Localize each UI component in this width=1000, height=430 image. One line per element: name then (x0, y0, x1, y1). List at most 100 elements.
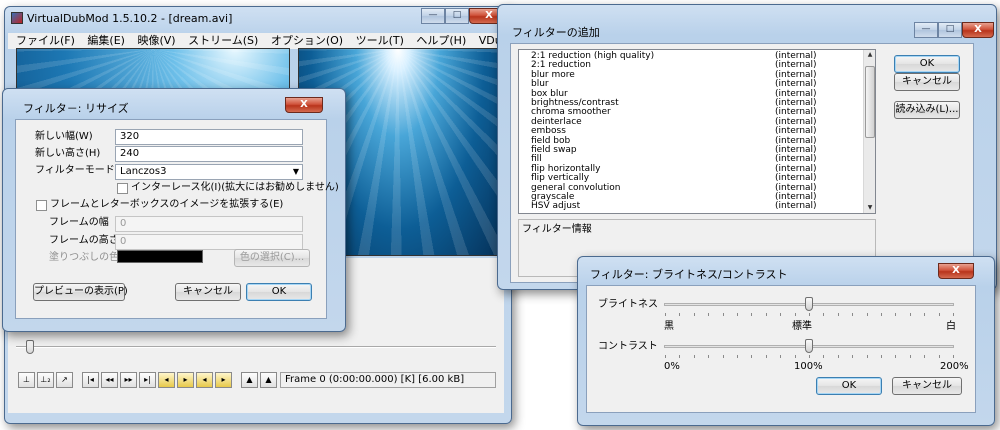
contrast-slider-thumb[interactable] (805, 339, 813, 353)
brightness-tick (881, 313, 882, 316)
menu-video[interactable]: 映像(V) (137, 34, 175, 47)
cancel-button[interactable]: キャンセル (892, 377, 962, 395)
contrast-label: コントラスト (598, 341, 658, 352)
brightness-tick (924, 313, 926, 316)
contrast-tick (852, 355, 854, 358)
brightness-tick (765, 313, 767, 316)
menu-stream[interactable]: ストリーム(S) (188, 34, 258, 47)
new-width-input[interactable]: 320 (115, 129, 303, 145)
contrast-mid-label: 100% (794, 361, 823, 372)
brightness-tick (737, 313, 738, 316)
contrast-tick (665, 355, 666, 358)
filter-name: HSV adjust (531, 201, 581, 212)
frame-height-input[interactable]: 0 (115, 234, 303, 250)
minimize-button[interactable]: — (421, 8, 445, 24)
position-slider-track[interactable] (16, 346, 496, 348)
preview-button[interactable]: プレビューの表示(P) (33, 283, 128, 301)
end-icon[interactable]: ▸| (139, 372, 156, 388)
close-button[interactable]: X (962, 22, 994, 38)
maximize-button[interactable]: □ (445, 8, 469, 24)
brightness-tick (953, 313, 954, 316)
close-button[interactable]: X (285, 97, 323, 113)
brightness-tick (751, 313, 753, 316)
filter-add-dialog: フィルターの追加 — □ X 2:1 reduction (high quali… (497, 4, 997, 290)
scroll-thumb[interactable] (865, 66, 875, 138)
new-height-label: 新しい高さ(H) (35, 148, 101, 159)
cancel-button[interactable]: キャンセル (894, 73, 960, 91)
interlace-checkbox[interactable] (117, 183, 128, 194)
position-slider-thumb[interactable] (26, 340, 34, 354)
scene-forward-icon[interactable]: ▸ (215, 372, 232, 388)
ok-button[interactable]: OK (816, 377, 882, 395)
brightness-tick (823, 313, 825, 316)
menu-bar: ファイル(F) 編集(E) 映像(V) ストリーム(S) オプション(O) ツー… (8, 33, 530, 49)
scroll-up-icon[interactable]: ▲ (865, 50, 875, 60)
brightness-tick (809, 313, 810, 316)
scroll-down-icon[interactable]: ▼ (865, 203, 875, 213)
filter-source: (internal) (775, 79, 817, 90)
contrast-tick (924, 355, 926, 358)
forward-icon[interactable]: ▸▸ (120, 372, 137, 388)
stop-icon[interactable]: ⊥ (18, 372, 35, 388)
menu-help[interactable]: ヘルプ(H) (416, 34, 466, 47)
contrast-tick (953, 355, 954, 358)
brightness-max-label: 白 (946, 321, 956, 332)
brightness-tick (852, 313, 854, 316)
dialog-title: フィルター: ブライトネス/コントラスト (590, 268, 788, 281)
expand-checkbox[interactable] (36, 200, 47, 211)
menu-tools[interactable]: ツール(T) (356, 34, 404, 47)
fill-color-label: 塗りつぶしの色 (49, 252, 120, 263)
menu-file[interactable]: ファイル(F) (16, 34, 75, 47)
contrast-max-label: 200% (940, 361, 969, 372)
filter-list[interactable]: 2:1 reduction (high quality) (internal) 2:… (518, 49, 876, 214)
start-icon[interactable]: |◂ (82, 372, 99, 388)
app-icon (11, 12, 23, 24)
load-button[interactable]: 読み込み(L)... (894, 101, 960, 119)
back-icon[interactable]: ◂◂ (101, 372, 118, 388)
brightness-tick (837, 313, 839, 316)
filter-source: (internal) (775, 201, 817, 212)
ok-button[interactable]: OK (246, 283, 312, 301)
color-select-button[interactable]: 色の選択(C)... (234, 249, 310, 267)
filter-source: (internal) (775, 126, 817, 137)
filter-list-scrollbar[interactable]: ▲ ▼ (863, 50, 875, 213)
contrast-tick (823, 355, 825, 358)
menu-options[interactable]: オプション(O) (271, 34, 343, 47)
brightness-tick (866, 313, 868, 316)
scene-back-icon[interactable]: ◂ (196, 372, 213, 388)
brightness-min-label: 黒 (664, 321, 674, 332)
brightness-slider-thumb[interactable] (805, 297, 813, 311)
contrast-tick (737, 355, 738, 358)
contrast-tick (780, 355, 782, 358)
brightness-tick (780, 313, 782, 316)
close-button[interactable]: X (938, 263, 974, 279)
new-height-input[interactable]: 240 (115, 146, 303, 162)
contrast-tick (794, 355, 796, 358)
contrast-tick (881, 355, 882, 358)
frame-width-input[interactable]: 0 (115, 216, 303, 232)
filter-mode-value: Lanczos3 (120, 166, 167, 177)
brightness-tick (708, 313, 710, 316)
minimize-button[interactable]: — (914, 22, 938, 38)
contrast-tick (765, 355, 767, 358)
menu-edit[interactable]: 編集(E) (87, 34, 125, 47)
maximize-button[interactable]: □ (938, 22, 962, 38)
contrast-tick (751, 355, 753, 358)
mark-in-icon[interactable]: ▲ (241, 372, 258, 388)
contrast-tick (895, 355, 897, 358)
prev-key-icon[interactable]: ◂ (158, 372, 175, 388)
brightness-contrast-dialog: フィルター: ブライトネス/コントラスト X ブライトネス 黒 標準 白 コント… (577, 256, 995, 426)
filter-list-item[interactable]: HSV adjust (internal) (531, 201, 817, 212)
next-key-icon[interactable]: ▸ (177, 372, 194, 388)
frame-height-label: フレームの高さ (49, 235, 119, 246)
new-width-label: 新しい幅(W) (35, 131, 93, 142)
chevron-down-icon[interactable]: ▼ (293, 165, 299, 179)
ok-button[interactable]: OK (894, 55, 960, 73)
brightness-mid-label: 標準 (792, 321, 812, 332)
cancel-button[interactable]: キャンセル (175, 283, 241, 301)
filter-mode-select[interactable]: Lanczos3 ▼ (115, 164, 303, 180)
play-input-icon[interactable]: ⊥₂ (37, 372, 54, 388)
mark-out-icon[interactable]: ▲ (260, 372, 277, 388)
play-output-icon[interactable]: ↗ (56, 372, 73, 388)
filter-source: (internal) (775, 173, 817, 184)
